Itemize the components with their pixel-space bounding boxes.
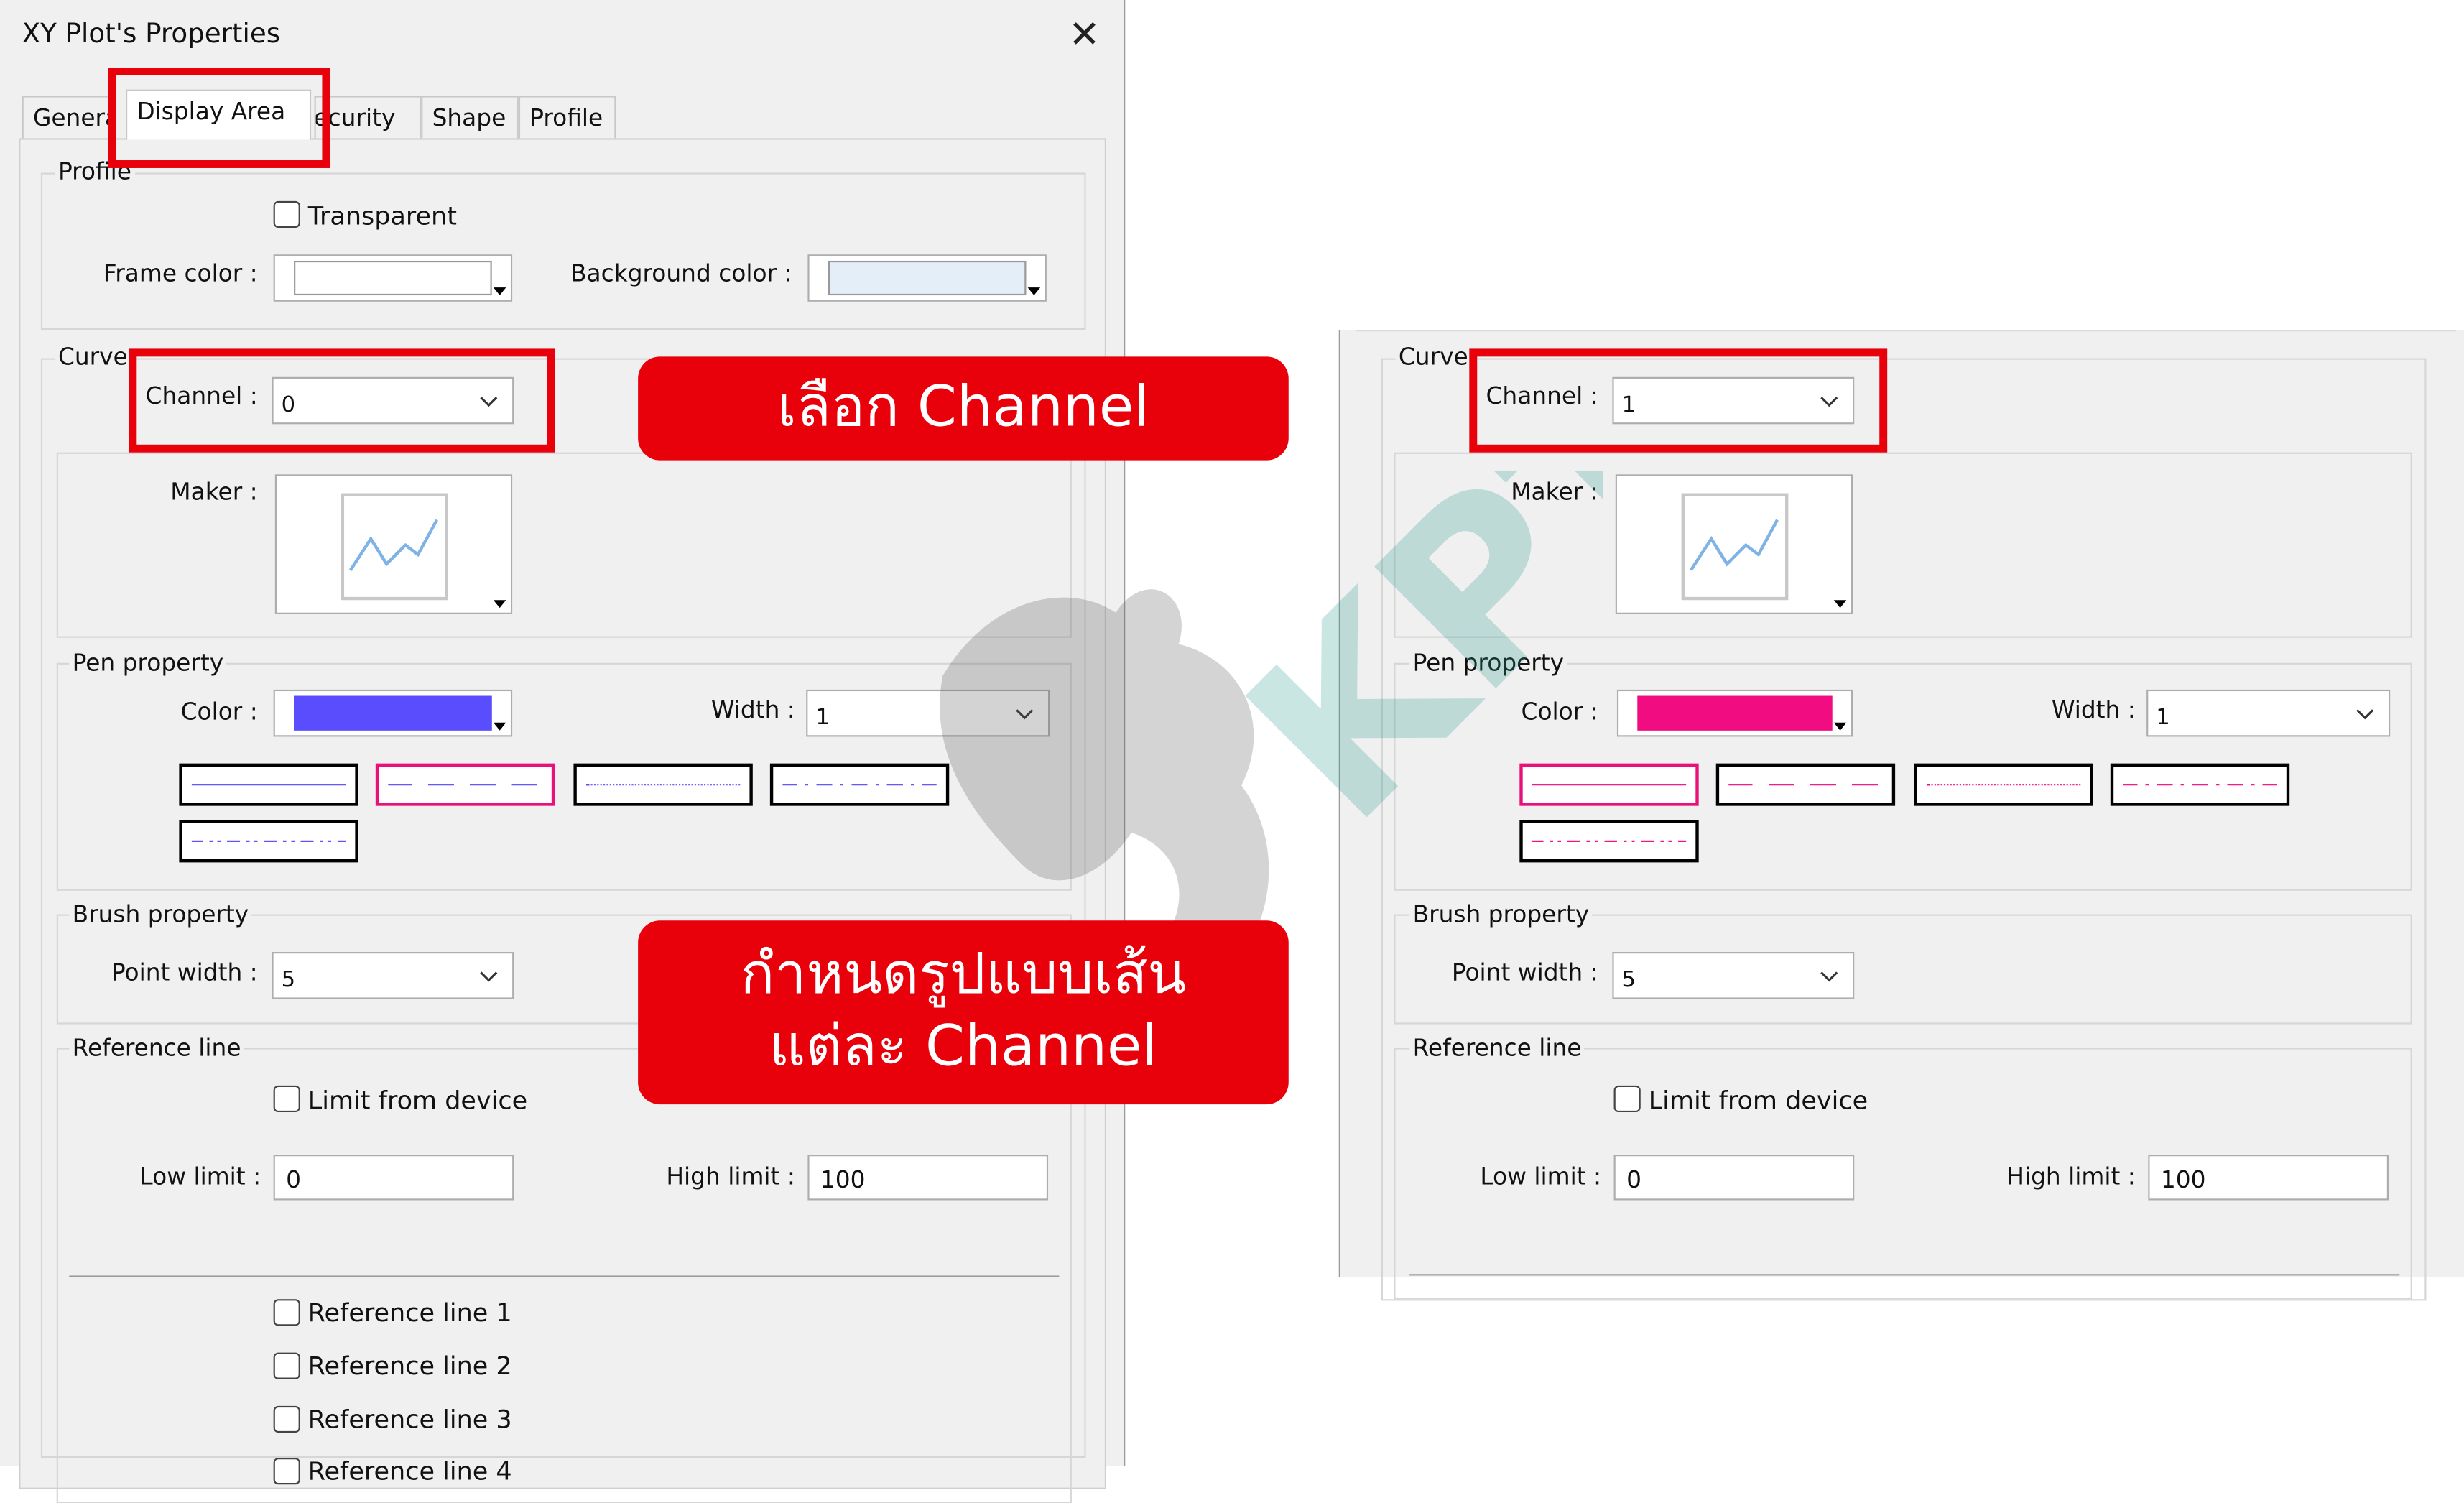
tab-shape[interactable]: Shape — [421, 96, 519, 139]
transparent-checkbox[interactable] — [273, 200, 300, 228]
point-width-select[interactable]: 5 — [272, 952, 514, 999]
divider-2 — [1409, 1274, 2400, 1276]
pen-width-select-2[interactable]: 1 — [2146, 689, 2391, 737]
high-limit-label: High limit : — [666, 1162, 795, 1191]
pen-width-label-2: Width : — [2051, 695, 2136, 724]
line-style-solid[interactable] — [179, 763, 358, 806]
dialog-title: XY Plot's Properties — [22, 19, 281, 50]
curve-group-title-2: Curve — [1395, 342, 1472, 371]
reference-line-2-label: Reference line 2 — [307, 1351, 512, 1381]
reference-line-3-label: Reference line 3 — [307, 1404, 512, 1435]
limit-from-device-label-2: Limit from device — [1648, 1085, 1868, 1116]
highlight-channel-select — [129, 348, 555, 453]
high-limit-label-2: High limit : — [2006, 1162, 2136, 1191]
annotation-line-style: กำหนดรูปแบบเส้น แต่ละ Channel — [638, 920, 1289, 1105]
reference-line-4-checkbox[interactable] — [273, 1458, 300, 1485]
reference-line-1-checkbox[interactable] — [273, 1299, 300, 1326]
tab-profile[interactable]: Profile — [518, 96, 616, 139]
reference-line-2-checkbox[interactable] — [273, 1352, 300, 1379]
pen-color-picker[interactable] — [273, 689, 513, 737]
low-limit-input-2[interactable]: 0 — [1613, 1155, 1855, 1201]
high-limit-input-2[interactable]: 100 — [2148, 1155, 2389, 1201]
watermark-text: KPT — [1197, 471, 1603, 872]
limit-from-device-checkbox[interactable] — [273, 1085, 300, 1113]
line-chart-icon — [1681, 493, 1789, 601]
reference-line-1-label: Reference line 1 — [307, 1298, 512, 1328]
divider — [69, 1275, 1060, 1277]
low-limit-label: Low limit : — [139, 1162, 261, 1191]
annotation-line-style-line2: แต่ละ Channel — [769, 1014, 1158, 1080]
curve-group-title: Curve — [55, 342, 131, 371]
maker-picker-2[interactable] — [1615, 474, 1853, 614]
line-style-dot-2[interactable] — [1914, 763, 2093, 806]
background-color-label: Background color : — [570, 259, 792, 288]
maker-label: Maker : — [170, 477, 258, 507]
line-style-dash-2[interactable] — [1715, 763, 1896, 806]
highlight-display-area-tab — [108, 68, 330, 168]
chevron-down-icon — [480, 971, 498, 982]
limit-from-device-label: Limit from device — [307, 1085, 528, 1116]
pen-color-picker-2[interactable] — [1616, 689, 1853, 737]
frame-color-picker[interactable] — [273, 254, 513, 302]
chevron-down-icon — [1820, 971, 1838, 982]
limit-from-device-checkbox-2[interactable] — [1613, 1085, 1641, 1113]
pen-color-label: Color : — [180, 697, 258, 726]
frame-color-label: Frame color : — [103, 259, 258, 288]
transparent-label: Transparent — [307, 200, 457, 231]
point-width-label: Point width : — [111, 958, 258, 987]
pen-property-title: Pen property — [69, 649, 227, 677]
reference-line-4-label: Reference line 4 — [307, 1456, 512, 1486]
line-style-dash[interactable] — [375, 763, 555, 806]
background-color-swatch — [828, 260, 1027, 296]
line-style-dash-dot-2[interactable] — [2110, 763, 2290, 806]
profile-group — [40, 172, 1086, 330]
tab-general[interactable]: General — [22, 96, 116, 139]
close-icon[interactable]: ✕ — [1069, 16, 1101, 53]
reference-line-title: Reference line — [69, 1033, 244, 1063]
chevron-down-icon — [2356, 709, 2374, 720]
annotation-line-style-line1: กำหนดรูปแบบเส้น — [740, 942, 1187, 1007]
tab-security[interactable]: Security — [314, 96, 422, 139]
annotation-select-channel: เลือก Channel — [638, 356, 1289, 461]
frame-color-swatch — [294, 260, 492, 296]
high-limit-input[interactable]: 100 — [807, 1155, 1049, 1201]
reference-line-3-checkbox[interactable] — [273, 1405, 300, 1433]
point-width-select-2[interactable]: 5 — [1612, 952, 1855, 999]
highlight-channel-select-2 — [1469, 348, 1888, 453]
low-limit-label-2: Low limit : — [1480, 1162, 1602, 1191]
background-color-picker[interactable] — [807, 254, 1047, 302]
low-limit-input[interactable]: 0 — [273, 1155, 514, 1201]
line-style-dot[interactable] — [573, 763, 753, 806]
pen-color-swatch-2 — [1637, 695, 1833, 731]
line-style-dash-dot-dot[interactable] — [179, 820, 358, 863]
pen-width-label: Width : — [711, 695, 795, 724]
line-chart-icon — [341, 493, 448, 601]
brush-property-title: Brush property — [69, 900, 252, 929]
pen-color-swatch — [294, 695, 492, 731]
maker-picker[interactable] — [274, 474, 513, 614]
